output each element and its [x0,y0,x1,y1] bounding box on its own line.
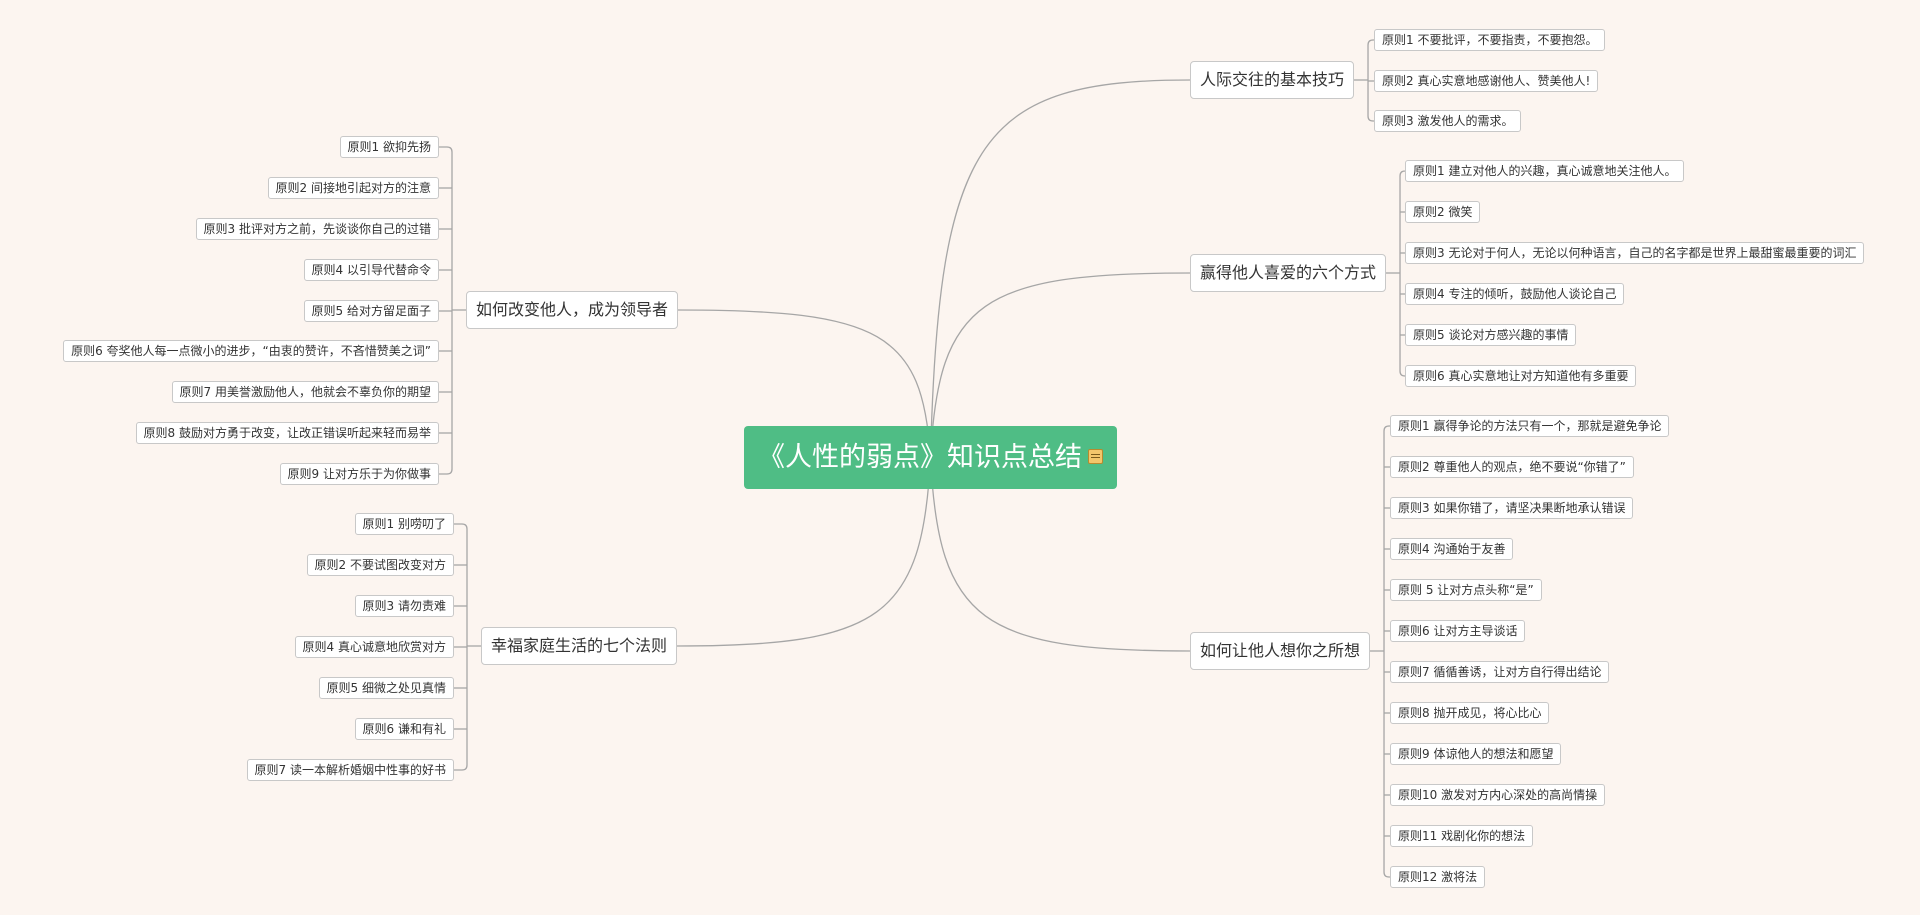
leaf-basic-3[interactable]: 原则3 激发他人的需求。 [1374,110,1522,132]
root-topic[interactable]: 《人性的弱点》知识点总结 [744,426,1117,489]
leaf-leader-5[interactable]: 原则5 给对方留足面子 [303,300,439,322]
leaf-think-10[interactable]: 原则10 激发对方内心深处的高尚情操 [1390,784,1606,806]
leaf-basic-1[interactable]: 原则1 不要批评，不要指责，不要抱怨。 [1374,29,1606,51]
leaf-leader-1[interactable]: 原则1 欲抑先扬 [339,136,439,158]
leaf-leader-2[interactable]: 原则2 间接地引起对方的注意 [267,177,439,199]
leaf-family-2[interactable]: 原则2 不要试图改变对方 [306,554,454,576]
leaf-think-6[interactable]: 原则6 让对方主导谈话 [1390,620,1526,642]
branch-basic-skills[interactable]: 人际交往的基本技巧 [1190,61,1355,99]
leaf-think-2[interactable]: 原则2 尊重他人的观点，绝不要说“你错了” [1390,456,1634,478]
leaf-think-1[interactable]: 原则1 赢得争论的方法只有一个，那就是避免争论 [1390,415,1670,437]
leaf-liked-3[interactable]: 原则3 无论对于何人，无论以何种语言，自己的名字都是世界上最甜蜜最重要的词汇 [1405,242,1865,264]
leaf-think-11[interactable]: 原则11 戏剧化你的想法 [1390,825,1534,847]
leaf-liked-1[interactable]: 原则1 建立对他人的兴趣，真心诚意地关注他人。 [1405,160,1685,182]
mindmap-canvas: 《人性的弱点》知识点总结 人际交往的基本技巧 原则1 不要批评，不要指责，不要抱… [0,0,1920,915]
leaf-think-12[interactable]: 原则12 激将法 [1390,866,1486,888]
link-leaf-leader-9 [439,468,453,475]
link-leaf-family-7 [454,764,468,771]
leaf-basic-2[interactable]: 原则2 真心实意地感谢他人、赞美他人! [1374,70,1599,92]
leaf-think-3[interactable]: 原则3 如果你错了，请坚决果断地承认错误 [1390,497,1634,519]
branch-influence[interactable]: 如何让他人想你之所想 [1190,632,1371,670]
leaf-family-6[interactable]: 原则6 谦和有礼 [354,718,454,740]
leaf-family-3[interactable]: 原则3 请勿责难 [354,595,454,617]
note-icon[interactable] [1088,449,1103,464]
leaf-leader-3[interactable]: 原则3 批评对方之前，先谈谈你自己的过错 [195,218,439,240]
leaf-think-8[interactable]: 原则8 抛开成见，将心比心 [1390,702,1550,724]
branch-win-liking[interactable]: 赢得他人喜爱的六个方式 [1190,254,1387,292]
leaf-think-4[interactable]: 原则4 沟通始于友善 [1390,538,1514,560]
leaf-family-7[interactable]: 原则7 读一本解析婚姻中性事的好书 [246,759,454,781]
leaf-family-1[interactable]: 原则1 别唠叨了 [354,513,454,535]
leaf-liked-4[interactable]: 原则4 专注的倾听，鼓励他人谈论自己 [1405,283,1625,305]
link-root-branch-basic-skills [929,79,1191,458]
leaf-leader-4[interactable]: 原则4 以引导代替命令 [303,259,439,281]
leaf-leader-7[interactable]: 原则7 用美誉激励他人，他就会不辜负你的期望 [171,381,439,403]
branch-leadership[interactable]: 如何改变他人，成为领导者 [466,291,679,329]
branch-family[interactable]: 幸福家庭生活的七个法则 [481,627,678,665]
leaf-liked-5[interactable]: 原则5 谈论对方感兴趣的事情 [1405,324,1577,346]
leaf-leader-9[interactable]: 原则9 让对方乐于为你做事 [279,463,439,485]
leaf-liked-6[interactable]: 原则6 真心实意地让对方知道他有多重要 [1405,365,1637,387]
leaf-think-5[interactable]: 原则 5 让对方点头称“是” [1390,579,1542,601]
leaf-family-5[interactable]: 原则5 细微之处见真情 [318,677,454,699]
root-title: 《人性的弱点》知识点总结 [758,442,1082,473]
link-leaf-family-1 [454,523,468,530]
leaf-think-7[interactable]: 原则7 循循善诱，让对方自行得出结论 [1390,661,1610,683]
leaf-think-9[interactable]: 原则9 体谅他人的想法和愿望 [1390,743,1562,765]
leaf-family-4[interactable]: 原则4 真心诚意地欣赏对方 [294,636,454,658]
leaf-leader-6[interactable]: 原则6 夸奖他人每一点微小的进步，“由衷的赞许，不吝惜赞美之词” [63,340,439,362]
leaf-leader-8[interactable]: 原则8 鼓励对方勇于改变，让改正错误听起来轻而易举 [135,422,439,444]
leaf-liked-2[interactable]: 原则2 微笑 [1405,201,1481,223]
link-leaf-leader-1 [439,146,453,153]
